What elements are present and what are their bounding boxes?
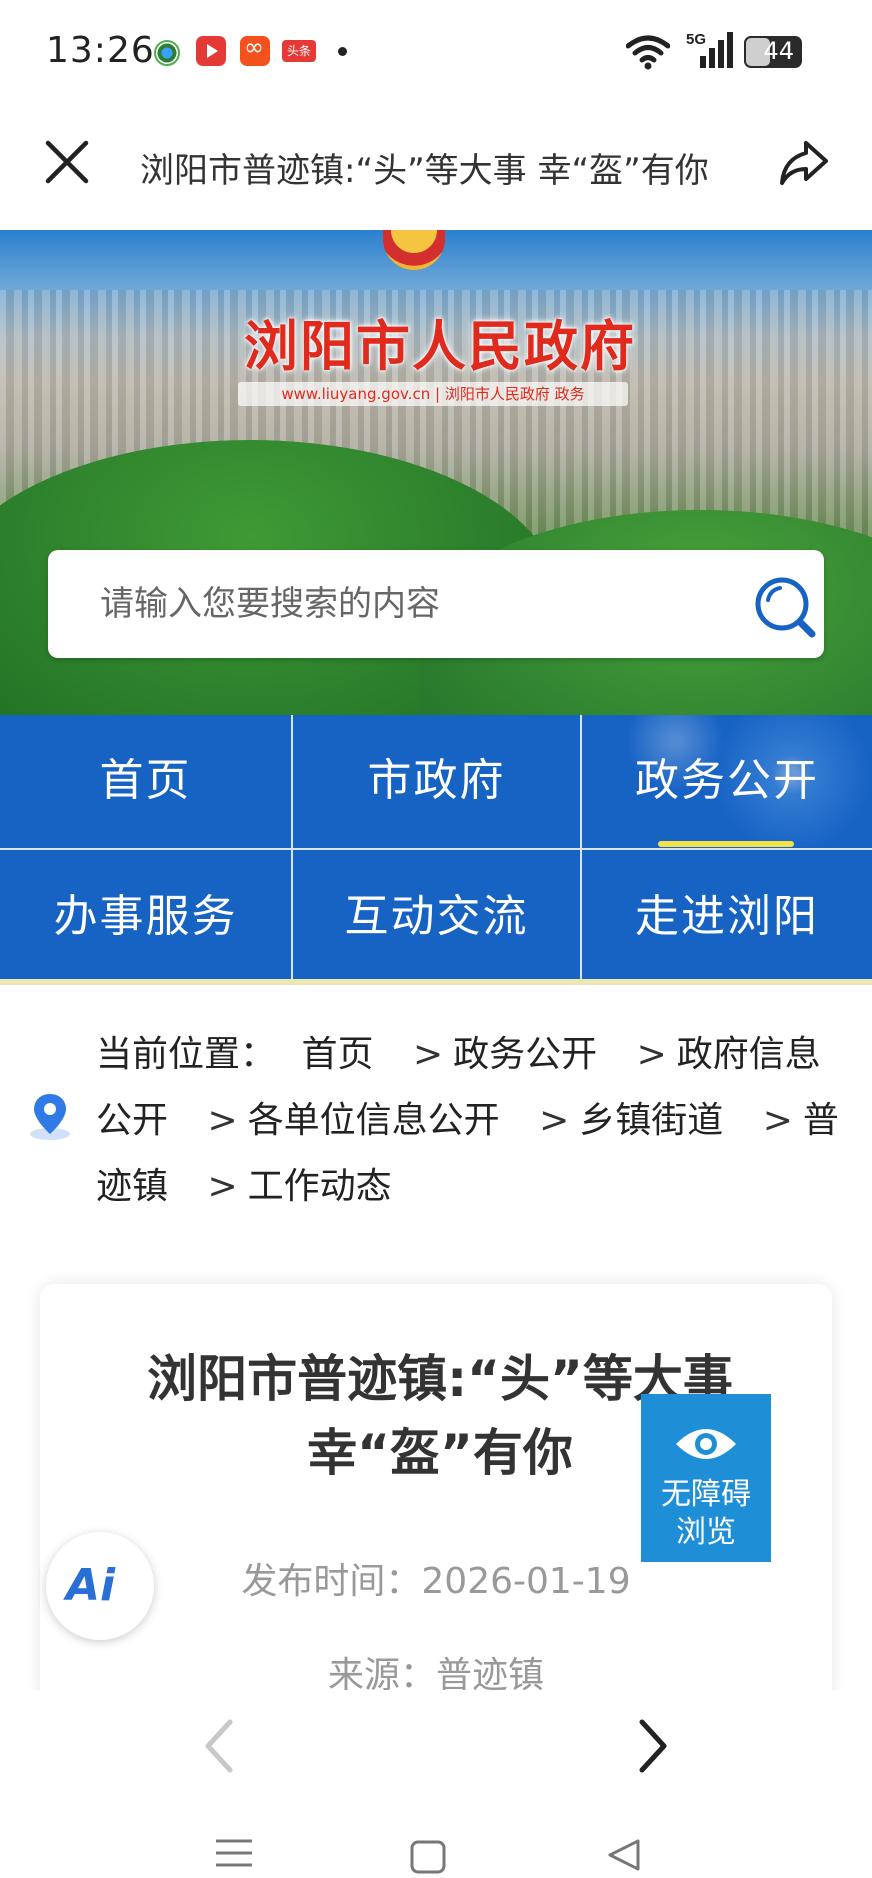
more-notifications-icon	[338, 47, 347, 56]
system-back-icon[interactable]	[606, 1838, 642, 1872]
browser-top-bar: 浏阳市普迹镇:“头”等大事 幸“盔”有你	[0, 105, 872, 230]
status-bar: 13:26 头条 5G 44	[0, 0, 872, 105]
active-tab-indicator	[658, 841, 794, 847]
accessibility-label-line2: 浏览	[676, 1515, 736, 1550]
breadcrumb-item-work-news[interactable]: 工作动态	[248, 1166, 392, 1207]
china-mobile-icon	[154, 40, 180, 66]
home-icon[interactable]	[410, 1840, 446, 1874]
menu-divider	[0, 848, 872, 850]
breadcrumb-separator: >	[207, 1166, 238, 1207]
header-banner: 浏阳市人民政府 www.liuyang.gov.cn | 浏阳市人民政府 政务	[0, 230, 872, 715]
status-time: 13:26	[46, 30, 155, 71]
location-pin-icon	[30, 1094, 70, 1140]
site-url-subtitle: www.liuyang.gov.cn | 浏阳市人民政府 政务	[238, 382, 628, 406]
menu-item-interaction[interactable]: 互动交流	[293, 851, 580, 983]
breadcrumb-item-home[interactable]: 首页	[301, 1034, 373, 1075]
network-type-label: 5G	[686, 31, 706, 48]
menu-item-government-affairs[interactable]: 政务公开	[582, 715, 872, 847]
system-navigation-bar	[0, 1800, 872, 1878]
breadcrumb-item-government-affairs[interactable]: 政务公开	[453, 1034, 597, 1075]
browser-bottom-bar	[0, 1690, 872, 1800]
menu-divider	[291, 715, 293, 979]
breadcrumb-separator: >	[412, 1034, 444, 1075]
ai-assistant-button[interactable]: Ai	[46, 1532, 154, 1640]
search-bar	[48, 550, 824, 658]
breadcrumb-item-unit-disclosure[interactable]: 各单位信息公开	[248, 1100, 500, 1141]
close-icon[interactable]	[40, 135, 94, 189]
breadcrumb-separator: >	[539, 1100, 570, 1141]
breadcrumb-item-towns[interactable]: 乡镇街道	[579, 1100, 723, 1141]
page-title: 浏阳市普迹镇:“头”等大事 幸“盔”有你	[140, 151, 709, 191]
main-menu: 首页 市政府 政务公开 办事服务 互动交流 走进浏阳	[0, 715, 872, 985]
breadcrumb: 当前位置： 首页 > 政务公开 > 政府信息公开 > 各单位信息公开 > 乡镇街道 > 普…	[96, 1022, 841, 1220]
breadcrumb-prefix: 当前位置：	[96, 1034, 277, 1075]
menu-item-home[interactable]: 首页	[0, 715, 291, 847]
site-logo-title: 浏阳市人民政府	[244, 314, 636, 378]
share-icon[interactable]	[776, 135, 832, 191]
app-notification-icon	[240, 33, 270, 66]
recent-apps-icon[interactable]	[214, 1838, 254, 1868]
national-emblem-icon	[383, 230, 445, 270]
menu-item-services[interactable]: 办事服务	[0, 851, 291, 983]
forward-arrow-icon[interactable]	[622, 1714, 682, 1778]
breadcrumb-separator: >	[762, 1100, 793, 1141]
menu-divider	[580, 715, 582, 979]
ai-assistant-label: Ai	[66, 1560, 116, 1611]
search-icon[interactable]	[748, 570, 828, 646]
breadcrumb-separator: >	[636, 1034, 667, 1075]
battery-icon: 44	[744, 36, 802, 68]
search-input[interactable]	[100, 582, 660, 626]
battery-text: 44	[763, 37, 794, 65]
back-arrow-icon[interactable]	[190, 1714, 250, 1778]
video-app-icon	[196, 36, 226, 66]
toutiao-app-icon: 头条	[282, 40, 316, 62]
wifi-icon	[626, 35, 670, 70]
menu-item-city-government[interactable]: 市政府	[293, 715, 580, 847]
menu-item-about-liuyang[interactable]: 走进浏阳	[582, 851, 872, 983]
eye-icon	[676, 1429, 736, 1459]
accessibility-label-line1: 无障碍	[661, 1477, 751, 1512]
accessibility-button[interactable]: 无障碍 浏览	[641, 1394, 771, 1562]
breadcrumb-separator: >	[207, 1100, 238, 1141]
signal-icon: 5G	[686, 31, 733, 68]
accessibility-label: 无障碍 浏览	[641, 1476, 771, 1552]
